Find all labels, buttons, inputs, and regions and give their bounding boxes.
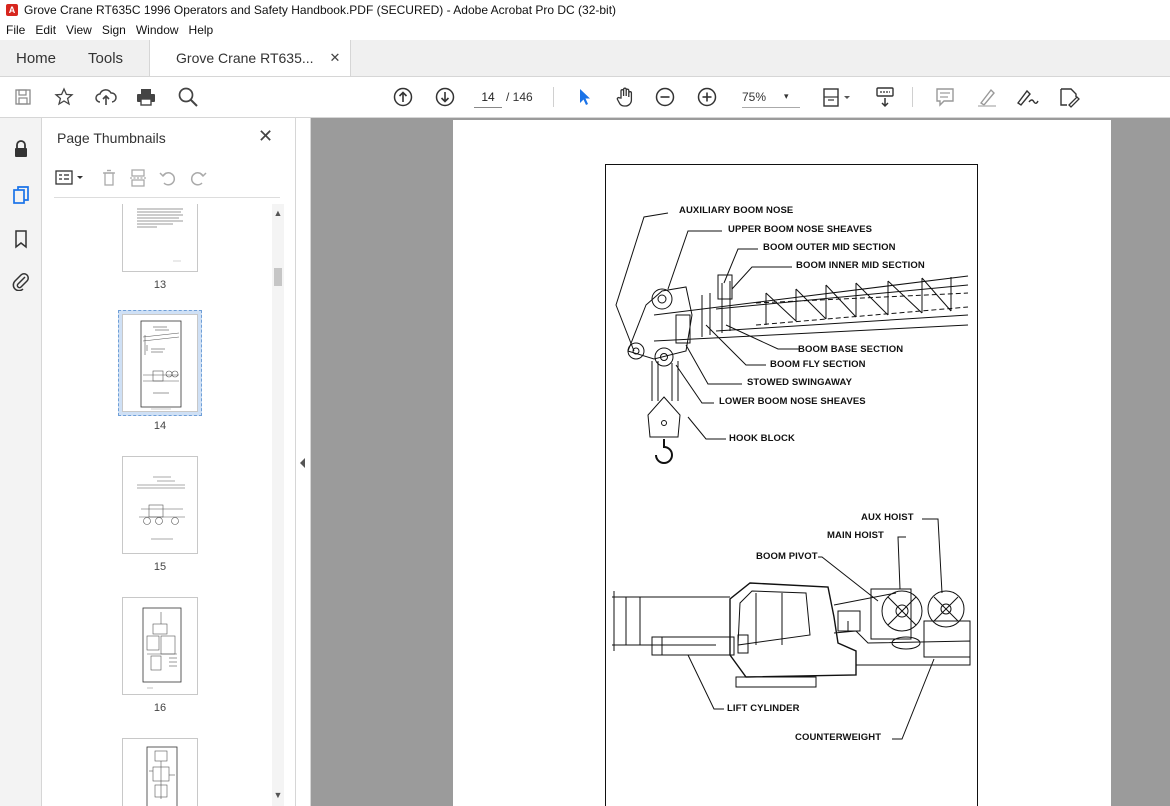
zoom-level-value: 75%: [742, 89, 767, 104]
tab-document[interactable]: Grove Crane RT635... ✕: [149, 40, 352, 76]
acrobat-icon: A: [6, 4, 18, 16]
document-viewport[interactable]: AUXILIARY BOOM NOSE UPPER BOOM NOSE SHEA…: [311, 118, 1170, 806]
page-thumbnails-icon[interactable]: [10, 184, 32, 206]
comment-icon[interactable]: [933, 86, 957, 108]
label-stowed-swingaway: STOWED SWINGAWAY: [747, 377, 853, 388]
zoom-level-select[interactable]: 75% ▾: [742, 86, 800, 108]
thumbnail-page[interactable]: [122, 204, 198, 272]
menu-help[interactable]: Help: [189, 23, 214, 37]
select-tool-icon[interactable]: [575, 86, 595, 108]
thumbnail-page[interactable]: [122, 738, 198, 806]
label-lift-cylinder: LIFT CYLINDER: [727, 703, 800, 714]
toolbar: 14 / 146 75% ▾: [0, 77, 1170, 118]
zoom-search-icon[interactable]: [176, 86, 200, 108]
label-boom-base-section: BOOM BASE SECTION: [798, 344, 904, 355]
scrollbar-thumb[interactable]: [274, 268, 282, 286]
menu-sign[interactable]: Sign: [102, 23, 126, 37]
label-hook-block: HOOK BLOCK: [729, 433, 795, 444]
lock-icon[interactable]: [10, 138, 32, 160]
highlight-pen-icon[interactable]: [975, 86, 999, 108]
label-auxiliary-boom-nose: AUXILIARY BOOM NOSE: [679, 205, 794, 216]
left-navigation-rail: [0, 118, 42, 806]
menu-edit[interactable]: Edit: [35, 23, 56, 37]
collapse-panel-icon[interactable]: [300, 458, 305, 468]
thumbnail-tools: [54, 166, 208, 190]
label-boom-outer-mid-section: BOOM OUTER MID SECTION: [763, 242, 896, 253]
pdf-page: AUXILIARY BOOM NOSE UPPER BOOM NOSE SHEA…: [453, 120, 1111, 806]
thumbnail-options-icon[interactable]: [54, 169, 86, 187]
sign-icon[interactable]: [1014, 86, 1042, 108]
menu-file[interactable]: File: [6, 23, 25, 37]
bookmark-star-icon[interactable]: [52, 86, 76, 108]
label-aux-hoist: AUX HOIST: [861, 512, 914, 523]
menu-window[interactable]: Window: [136, 23, 179, 37]
upload-cloud-icon[interactable]: [94, 86, 118, 108]
crane-figure: AUXILIARY BOOM NOSE UPPER BOOM NOSE SHEA…: [605, 164, 978, 806]
label-lower-boom-nose-sheaves: LOWER BOOM NOSE SHEAVES: [719, 396, 866, 407]
page-fit-icon[interactable]: [820, 86, 854, 108]
label-upper-boom-nose-sheaves: UPPER BOOM NOSE SHEAVES: [728, 224, 873, 235]
zoom-out-icon[interactable]: [654, 86, 676, 108]
next-page-icon[interactable]: [434, 86, 456, 108]
label-main-hoist: MAIN HOIST: [827, 530, 884, 541]
tab-tools[interactable]: Tools: [72, 40, 139, 76]
redo-icon[interactable]: [188, 168, 208, 188]
panel-splitter[interactable]: [296, 118, 311, 806]
thumbnail-scrollbar[interactable]: [272, 204, 284, 806]
panel-title: Page Thumbnails: [57, 130, 166, 146]
tab-document-label: Grove Crane RT635...: [176, 50, 314, 66]
close-icon[interactable]: ✕: [258, 126, 273, 147]
previous-page-icon[interactable]: [392, 86, 414, 108]
thumbnail-page[interactable]: [122, 456, 198, 554]
thumbnail-page[interactable]: [122, 597, 198, 695]
label-boom-fly-section: BOOM FLY SECTION: [770, 359, 866, 370]
tab-close-icon[interactable]: ✕: [330, 50, 341, 66]
toolbar-separator: [553, 87, 554, 107]
hand-tool-icon[interactable]: [613, 86, 637, 108]
page-number-input[interactable]: 14: [474, 86, 502, 108]
thumbnail-label: 16: [153, 702, 167, 714]
thumbnail-list: 13 14 15 16: [42, 204, 282, 806]
scroll-down-icon[interactable]: ▼: [273, 790, 283, 800]
thumbnail-page-selected[interactable]: [118, 310, 202, 416]
undo-icon[interactable]: [158, 168, 178, 188]
thumbnail-label: 13: [153, 279, 167, 291]
menu-bar: File Edit View Sign Window Help: [0, 20, 1170, 40]
scroll-mode-icon[interactable]: [872, 86, 898, 108]
save-icon[interactable]: [12, 86, 34, 108]
menu-view[interactable]: View: [66, 23, 92, 37]
window-title: Grove Crane RT635C 1996 Operators and Sa…: [24, 3, 617, 17]
bookmarks-icon[interactable]: [10, 228, 32, 250]
zoom-in-icon[interactable]: [696, 86, 718, 108]
delete-page-icon[interactable]: [100, 168, 118, 188]
scroll-up-icon[interactable]: ▲: [273, 208, 283, 218]
label-boom-inner-mid-section: BOOM INNER MID SECTION: [796, 260, 925, 271]
chevron-down-icon: ▾: [784, 91, 789, 101]
print-icon[interactable]: [134, 86, 158, 108]
tab-bar: Home Tools Grove Crane RT635... ✕: [0, 40, 1170, 77]
thumbnail-label: 15: [153, 561, 167, 573]
label-boom-pivot: BOOM PIVOT: [756, 551, 818, 562]
page-thumbnails-panel: Page Thumbnails ✕ 13 14 15 16 ▲ ▼: [42, 118, 296, 806]
tab-home[interactable]: Home: [0, 40, 72, 76]
acrobat-window: A Grove Crane RT635C 1996 Operators and …: [0, 0, 1170, 806]
panel-divider: [54, 197, 280, 198]
fill-sign-icon[interactable]: [1056, 86, 1082, 108]
title-bar: A Grove Crane RT635C 1996 Operators and …: [0, 0, 1170, 20]
attachments-icon[interactable]: [10, 270, 32, 292]
label-counterweight: COUNTERWEIGHT: [795, 732, 882, 743]
toolbar-separator: [912, 87, 913, 107]
insert-page-icon[interactable]: [128, 168, 148, 188]
thumbnail-label: 14: [153, 420, 167, 432]
page-total: / 146: [506, 90, 533, 104]
